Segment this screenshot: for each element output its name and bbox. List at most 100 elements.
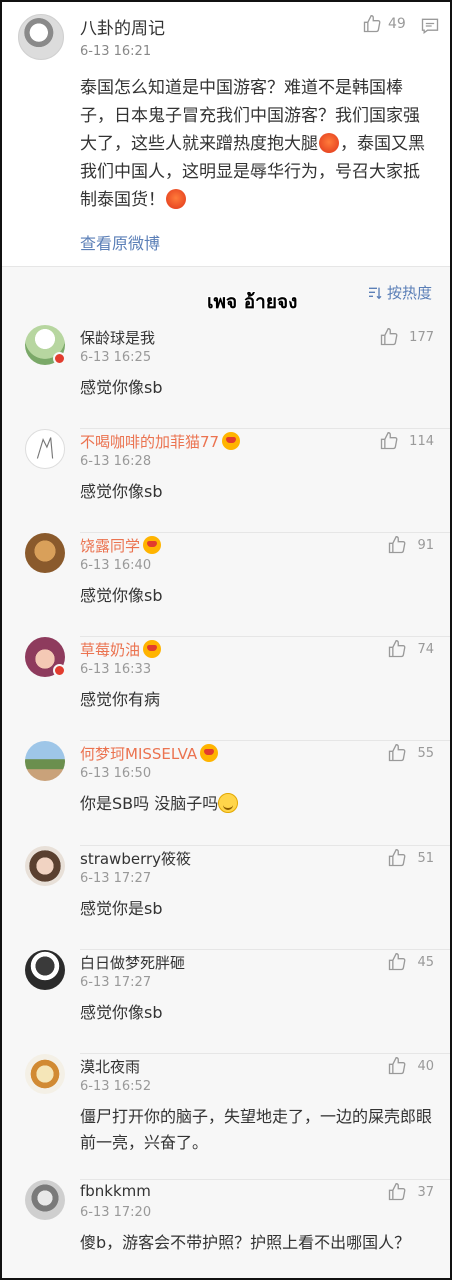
comment-time: 6-13 17:27 <box>80 871 152 886</box>
thumbs-up-icon <box>389 1182 406 1201</box>
vip-crown-icon <box>143 536 162 554</box>
comment-text: 感觉你像sb <box>80 1003 163 1022</box>
view-original-link[interactable]: 查看原微博 <box>80 230 160 254</box>
like-count: 177 <box>409 329 434 345</box>
verified-badge-icon <box>53 664 66 677</box>
comment-item: 不喝咖啡的加菲猫77 6-13 16:28 114 感觉你像sb <box>2 429 450 533</box>
comment-text: 傻b，游客会不带护照？护照上看不出哪国人？ <box>80 1233 411 1252</box>
commenter-avatar[interactable] <box>25 741 65 781</box>
post-time: 6-13 16:21 <box>80 44 152 59</box>
comment-like-button[interactable]: 114 <box>379 431 434 451</box>
thumbs-up-icon <box>389 952 406 971</box>
comment-text: 感觉你像sb <box>80 586 163 605</box>
thumbs-up-icon <box>389 743 406 762</box>
thumbs-up-icon <box>389 535 406 554</box>
comment-time: 6-13 16:50 <box>80 766 152 781</box>
verified-badge-icon <box>53 352 66 365</box>
vip-crown-icon <box>222 432 241 450</box>
comment-like-button[interactable]: 74 <box>387 639 434 659</box>
thumbs-up-icon <box>389 848 406 867</box>
comment-time: 6-13 16:28 <box>80 454 152 469</box>
comment-text: 你是SB吗 没脑子吗 <box>80 791 435 817</box>
like-count: 91 <box>417 537 434 553</box>
cat-sketch-icon <box>36 437 54 459</box>
commenter-name[interactable]: strawberry筱筱 <box>80 848 191 869</box>
comment-icon[interactable] <box>420 16 440 36</box>
author-avatar[interactable] <box>18 14 64 60</box>
comment-item: 漠北夜雨 6-13 16:52 40 僵尸打开你的脑子，失望地走了，一边的屎壳郎… <box>2 1054 450 1180</box>
comment-like-button[interactable]: 91 <box>387 535 434 555</box>
commenter-avatar[interactable] <box>25 429 65 469</box>
comment-time: 6-13 16:33 <box>80 662 152 677</box>
comment-item: 饶露同学 6-13 16:40 91 感觉你像sb <box>2 533 450 637</box>
like-count: 51 <box>417 850 434 866</box>
thumbs-up-icon <box>389 639 406 658</box>
like-count: 55 <box>417 745 434 761</box>
angry-emoji-icon <box>166 189 186 209</box>
thumbs-up-icon <box>389 1056 406 1075</box>
commenter-name-text: 何梦珂MISSELVA <box>80 745 198 763</box>
commenter-avatar[interactable] <box>25 950 65 990</box>
thumbs-up-icon <box>381 431 398 450</box>
commenter-name[interactable]: fbnkkmm <box>80 1182 151 1200</box>
commenter-name[interactable]: 草莓奶油 <box>80 639 162 660</box>
like-count: 114 <box>409 433 434 449</box>
thumbs-up-icon <box>363 14 381 33</box>
smile-emoji-icon <box>218 793 239 813</box>
comment-item: strawberry筱筱 6-13 17:27 51 感觉你是sb <box>2 846 450 950</box>
comment-item: 何梦珂MISSELVA 6-13 16:50 55 你是SB吗 没脑子吗 <box>2 741 450 846</box>
commenter-name[interactable]: 饶露同学 <box>80 535 162 556</box>
commenter-name[interactable]: 何梦珂MISSELVA <box>80 743 219 764</box>
comment-time: 6-13 16:52 <box>80 1079 152 1094</box>
post-content: 泰国怎么知道是中国游客？难道不是韩国棒子，日本鬼子冒充我们中国游客？我们国家强大… <box>80 74 430 214</box>
comment-time: 6-13 16:40 <box>80 558 152 573</box>
comment-item: fbnkkmm 6-13 17:20 37 傻b，游客会不带护照？护照上看不出哪… <box>2 1180 450 1278</box>
comment-like-button[interactable]: 40 <box>387 1056 434 1076</box>
commenter-name[interactable]: 白日做梦死胖砸 <box>80 952 185 973</box>
like-count: 74 <box>417 641 434 657</box>
commenter-avatar[interactable] <box>25 846 65 886</box>
comment-like-button[interactable]: 45 <box>387 952 434 972</box>
commenter-name[interactable]: 保龄球是我 <box>80 327 155 348</box>
comment-list: เพจ อ้ายจง 按热度 保龄球是我 6-13 16:25 177 感觉你像… <box>2 267 450 1278</box>
commenter-name[interactable]: 漠北夜雨 <box>80 1056 140 1077</box>
original-post: 八卦的周记 6-13 16:21 49 泰国怎么知道是中国游客？难道不是韩国棒子… <box>2 2 450 267</box>
commenter-avatar[interactable] <box>25 1054 65 1094</box>
comment-time: 6-13 17:27 <box>80 975 152 990</box>
comment-like-button[interactable]: 51 <box>387 848 434 868</box>
comment-text: 感觉你像sb <box>80 482 163 501</box>
commenter-avatar[interactable] <box>25 1180 65 1220</box>
comment-like-button[interactable]: 37 <box>387 1182 434 1202</box>
sort-label: 按热度 <box>386 284 432 302</box>
author-name[interactable]: 八卦的周记 <box>80 14 165 39</box>
comment-text: 感觉你有病 <box>80 690 161 709</box>
comment-text: 感觉你是sb <box>80 899 163 918</box>
commenter-name-text: 饶露同学 <box>80 537 141 555</box>
vip-crown-icon <box>200 744 219 762</box>
comment-text-content: 你是SB吗 没脑子吗 <box>80 794 219 813</box>
watermark: เพจ อ้ายจง <box>207 291 298 313</box>
post-like-count: 49 <box>388 16 406 32</box>
commenter-name[interactable]: 不喝咖啡的加菲猫77 <box>80 431 241 452</box>
commenter-name-text: 不喝咖啡的加菲猫77 <box>80 433 220 451</box>
vip-crown-icon <box>143 640 162 658</box>
like-count: 37 <box>417 1184 434 1200</box>
commenter-avatar[interactable] <box>25 533 65 573</box>
commenter-name-text: 草莓奶油 <box>80 641 141 659</box>
comment-time: 6-13 16:25 <box>80 350 152 365</box>
comment-like-button[interactable]: 55 <box>387 743 434 763</box>
comment-item: 草莓奶油 6-13 16:33 74 感觉你有病 <box>2 637 450 741</box>
thumbs-up-icon <box>381 327 398 346</box>
post-like-button[interactable]: 49 <box>362 14 406 34</box>
weibo-screen: 八卦的周记 6-13 16:21 49 泰国怎么知道是中国游客？难道不是韩国棒子… <box>0 0 452 1280</box>
comment-item: 保龄球是我 6-13 16:25 177 感觉你像sb <box>2 325 450 429</box>
like-count: 45 <box>417 954 434 970</box>
sort-by-hot-button[interactable]: 按热度 <box>367 282 432 303</box>
comment-like-button[interactable]: 177 <box>379 327 434 347</box>
comment-item: 白日做梦死胖砸 6-13 17:27 45 感觉你像sb <box>2 950 450 1054</box>
angry-emoji-icon <box>319 133 339 153</box>
like-count: 40 <box>417 1058 434 1074</box>
comment-time: 6-13 17:20 <box>80 1205 152 1220</box>
sort-icon <box>368 287 382 299</box>
comment-text: 僵尸打开你的脑子，失望地走了，一边的屎壳郎眼前一亮，兴奋了。 <box>80 1107 433 1152</box>
